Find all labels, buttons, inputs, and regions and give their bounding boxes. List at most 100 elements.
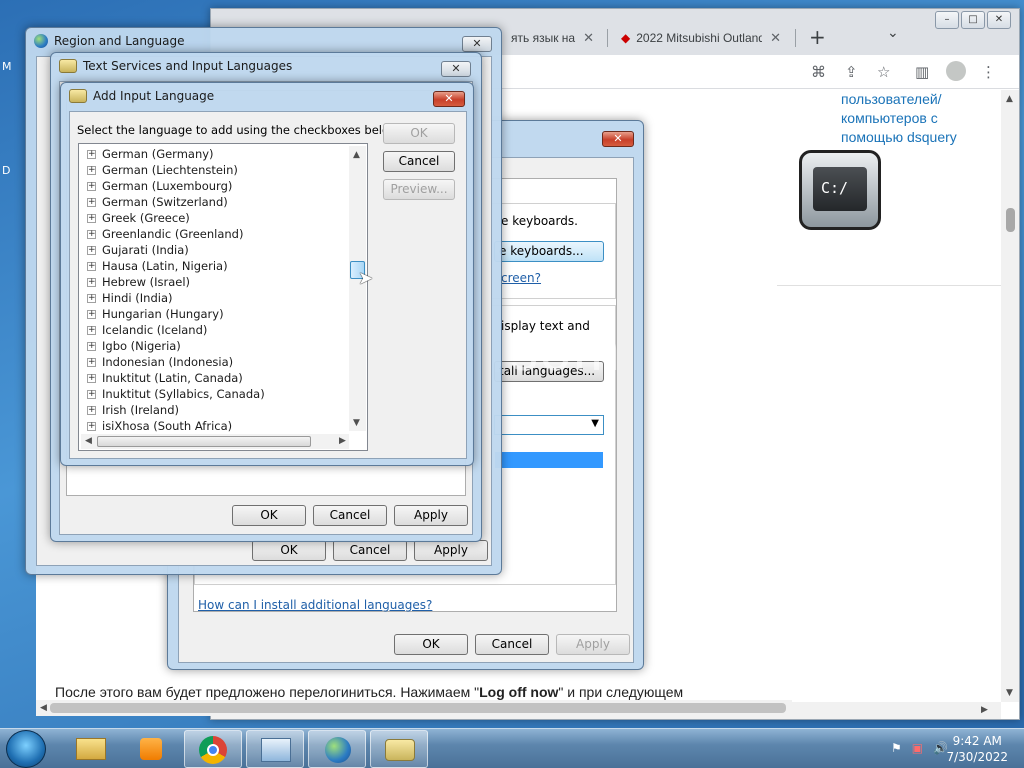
apply-button[interactable]: Apply: [414, 540, 488, 561]
language-item[interactable]: + Igbo (Nigeria): [87, 338, 181, 354]
scroll-thumb[interactable]: [1006, 208, 1015, 232]
close-button[interactable]: ✕: [602, 131, 634, 147]
maximize-button[interactable]: □: [961, 11, 985, 29]
display-language-select[interactable]: ▼: [494, 415, 604, 435]
expand-icon[interactable]: +: [87, 181, 96, 191]
language-item[interactable]: + Hebrew (Israel): [87, 274, 190, 290]
language-item[interactable]: + Hungarian (Hungary): [87, 306, 224, 322]
share-icon[interactable]: ⇪: [845, 63, 858, 81]
expand-icon[interactable]: +: [87, 293, 96, 303]
control-panel-taskbar-icon[interactable]: [246, 730, 304, 768]
language-item[interactable]: + Greenlandic (Greenland): [87, 226, 243, 242]
close-icon[interactable]: ✕: [770, 30, 781, 46]
dropdown-selected-item[interactable]: [494, 451, 604, 469]
onscreen-keyboard-link[interactable]: creen?: [501, 271, 541, 285]
menu-dots-icon[interactable]: ⋮: [981, 63, 996, 81]
scroll-down-icon[interactable]: ▼: [353, 418, 360, 428]
new-tab-icon[interactable]: +: [809, 25, 826, 49]
scroll-right-icon[interactable]: ▶: [339, 436, 346, 446]
language-item[interactable]: + German (Switzerland): [87, 194, 228, 210]
cancel-button[interactable]: Cancel: [333, 540, 407, 561]
start-button[interactable]: [6, 730, 46, 768]
language-label: Greenlandic (Greenland): [102, 227, 244, 241]
expand-icon[interactable]: +: [87, 165, 96, 175]
translate-icon[interactable]: ⌘: [811, 63, 826, 81]
preview-button[interactable]: Preview...: [383, 179, 455, 200]
cancel-button[interactable]: Cancel: [383, 151, 455, 172]
ok-button[interactable]: OK: [383, 123, 455, 144]
language-item[interactable]: + Inuktitut (Syllabics, Canada): [87, 386, 265, 402]
expand-icon[interactable]: +: [87, 229, 96, 239]
expand-icon[interactable]: +: [87, 149, 96, 159]
close-button[interactable]: ✕: [987, 11, 1011, 29]
apply-button[interactable]: Apply: [394, 505, 468, 526]
profile-avatar[interactable]: [946, 61, 966, 81]
close-button[interactable]: ✕: [462, 36, 492, 52]
language-item[interactable]: + Indonesian (Indonesia): [87, 354, 233, 370]
paragraph-text: " и при следующем: [558, 684, 684, 700]
tab-mitsubishi[interactable]: ◆ 2022 Mitsubishi Outlander ✕: [611, 21, 791, 55]
ok-button[interactable]: OK: [252, 540, 326, 561]
text-services-taskbar-icon[interactable]: [370, 730, 428, 768]
close-button[interactable]: ✕: [433, 91, 465, 107]
scroll-left-icon[interactable]: ◀: [85, 436, 92, 446]
cancel-button[interactable]: Cancel: [313, 505, 387, 526]
language-item[interactable]: + Inuktitut (Latin, Canada): [87, 370, 243, 386]
bookmark-star-icon[interactable]: ☆: [877, 63, 890, 81]
tab-language[interactable]: ять язык на ✕: [501, 21, 611, 55]
scroll-up-icon[interactable]: ▲: [353, 150, 360, 160]
language-item[interactable]: + Gujarati (India): [87, 242, 189, 258]
ok-button[interactable]: OK: [232, 505, 306, 526]
tab-search-icon[interactable]: ⌄: [887, 25, 899, 41]
language-item[interactable]: + Greek (Greece): [87, 210, 190, 226]
expand-icon[interactable]: +: [87, 357, 96, 367]
list-horizontal-scrollbar[interactable]: ◀ ▶: [81, 434, 349, 449]
side-panel-icon[interactable]: ▥: [915, 63, 929, 81]
media-player-taskbar-icon[interactable]: [122, 730, 180, 768]
language-tree-list[interactable]: + German (Germany) + German (Liechtenstein)…: [78, 143, 368, 451]
expand-icon[interactable]: +: [87, 197, 96, 207]
scroll-thumb[interactable]: [50, 703, 786, 713]
expand-icon[interactable]: +: [87, 213, 96, 223]
expand-icon[interactable]: +: [87, 373, 96, 383]
close-button[interactable]: ✕: [441, 61, 471, 77]
expand-icon[interactable]: +: [87, 245, 96, 255]
apply-button[interactable]: Apply: [556, 634, 630, 655]
expand-icon[interactable]: +: [87, 277, 96, 287]
close-icon[interactable]: ✕: [583, 30, 594, 46]
scroll-thumb[interactable]: [97, 436, 311, 447]
language-item[interactable]: + German (Germany): [87, 146, 214, 162]
language-item[interactable]: + Icelandic (Iceland): [87, 322, 207, 338]
change-keyboards-button[interactable]: e keyboards...: [494, 241, 604, 262]
expand-icon[interactable]: +: [87, 389, 96, 399]
cancel-button[interactable]: Cancel: [475, 634, 549, 655]
language-item[interactable]: + German (Luxembourg): [87, 178, 232, 194]
language-item[interactable]: + Hindi (India): [87, 290, 172, 306]
scroll-up-icon[interactable]: ▲: [1006, 94, 1013, 104]
clock[interactable]: 9:42 AM 7/30/2022: [946, 733, 1008, 765]
expand-icon[interactable]: +: [87, 325, 96, 335]
help-install-languages-link[interactable]: How can I install additional languages?: [198, 598, 432, 612]
vertical-scrollbar[interactable]: ▲ ▼: [1001, 90, 1019, 702]
region-taskbar-icon[interactable]: [308, 730, 366, 768]
ok-button[interactable]: OK: [394, 634, 468, 655]
scroll-down-icon[interactable]: ▼: [1006, 688, 1013, 698]
minimize-button[interactable]: –: [935, 11, 959, 29]
network-icon[interactable]: ▣: [912, 741, 923, 755]
page-hscroll-bar[interactable]: ◀: [36, 700, 792, 716]
action-center-icon[interactable]: ⚑: [891, 741, 902, 755]
expand-icon[interactable]: +: [87, 261, 96, 271]
expand-icon[interactable]: +: [87, 341, 96, 351]
language-item[interactable]: + German (Liechtenstein): [87, 162, 238, 178]
explorer-taskbar-icon[interactable]: [60, 730, 118, 768]
article-link[interactable]: пользователей/ компьютеров с помощью dsq…: [841, 90, 991, 147]
scroll-left-icon[interactable]: ◀: [40, 703, 47, 713]
language-item[interactable]: + Hausa (Latin, Nigeria): [87, 258, 228, 274]
expand-icon[interactable]: +: [87, 405, 96, 415]
expand-icon[interactable]: +: [87, 309, 96, 319]
scroll-right-icon[interactable]: ▶: [981, 705, 988, 715]
chrome-taskbar-icon[interactable]: [184, 730, 242, 768]
expand-icon[interactable]: +: [87, 421, 96, 431]
language-item[interactable]: + isiXhosa (South Africa): [87, 418, 232, 434]
language-item[interactable]: + Irish (Ireland): [87, 402, 179, 418]
